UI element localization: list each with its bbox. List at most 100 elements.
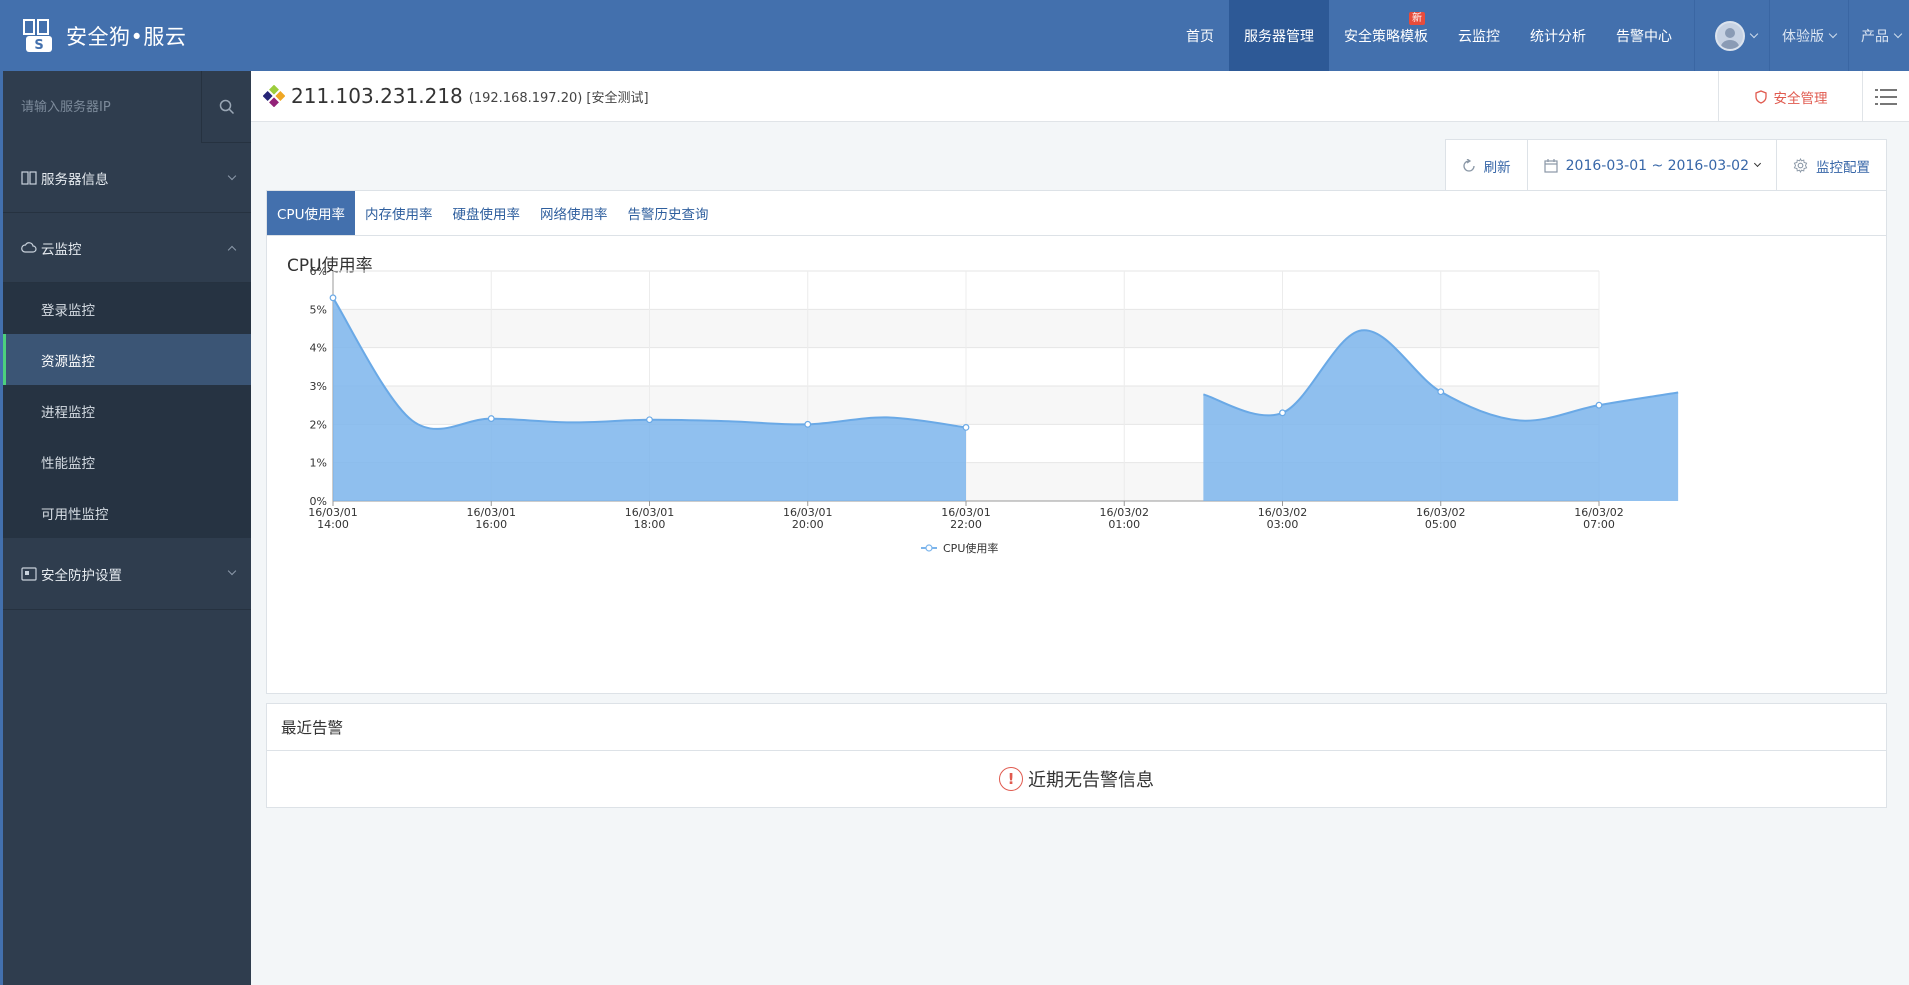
host-actions: 安全管理 [1718,71,1909,122]
nav-home[interactable]: 首页 [1171,0,1229,71]
nav-alert-center[interactable]: 告警中心 [1601,0,1694,71]
sidebar-group-label: 安全防护设置 [41,567,122,584]
security-management-label: 安全管理 [1773,90,1828,107]
nav-server-management[interactable]: 服务器管理 [1229,0,1329,71]
host-detail: (192.168.197.20) [安全测试] [468,90,649,106]
y-tick-label: 5% [310,303,327,316]
y-tick-label: 3% [310,380,327,393]
user-menu[interactable] [1694,0,1769,71]
x-tick-label-time: 14:00 [317,518,349,531]
chevron-down-icon [1828,29,1838,38]
calendar-icon [1544,158,1558,173]
chevron-down-icon [227,566,237,576]
x-tick-label-time: 18:00 [634,518,666,531]
chevron-down-icon [1893,29,1903,38]
x-tick-label-time: 20:00 [792,518,824,531]
new-badge: 新 [1409,12,1425,25]
data-point [1279,409,1286,417]
cloud-icon [21,241,37,255]
sidebar-item-label: 进程监控 [41,404,95,421]
monitor-config-label: 监控配置 [1816,159,1870,176]
warning-icon: ! [999,767,1023,791]
data-point [962,423,970,431]
y-tick-label: 4% [310,342,327,355]
sidebar: 服务器信息 云监控 登录监控 资源监控 进程监控 性能监控 可用性监控 安全防护… [0,71,251,985]
shield-icon [1754,89,1767,104]
nav-statistics[interactable]: 统计分析 [1515,0,1601,71]
y-tick-label: 6% [310,265,327,278]
date-range-picker[interactable]: 2016-03-01 ~ 2016-03-02 [1526,140,1776,191]
host-header: 211.103.231.218 (192.168.197.20) [安全测试] … [251,71,1909,122]
tab-cpu-usage[interactable]: CPU使用率 [267,191,355,235]
logo[interactable]: S 安全狗•服云 [22,18,186,54]
sidebar-group-label: 服务器信息 [41,171,109,188]
nav-cloud-monitor[interactable]: 云监控 [1443,0,1515,71]
refresh-button[interactable]: 刷新 [1446,140,1527,191]
tab-memory-usage[interactable]: 内存使用率 [355,191,443,235]
nav-label: 统计分析 [1530,28,1586,45]
recent-alerts-panel: 最近告警 ! 近期无告警信息 [266,703,1887,808]
tab-label: 告警历史查询 [627,207,709,223]
chevron-down-icon [1749,29,1759,38]
monitor-config-button[interactable]: 监控配置 [1776,140,1886,191]
x-tick-label-time: 07:00 [1583,518,1615,531]
x-tick-label-time: 16:00 [475,518,507,531]
gear-icon [1793,158,1808,173]
tab-network-usage[interactable]: 网络使用率 [530,191,618,235]
tab-label: 内存使用率 [364,207,433,223]
refresh-label: 刷新 [1483,159,1511,176]
chevron-down-icon [227,171,237,181]
svg-text:S: S [34,38,43,53]
sidebar-item-label: 可用性监控 [41,506,109,523]
logo-icon: S [22,18,56,54]
search-button[interactable] [201,71,251,142]
sidebar-item-label: 资源监控 [41,353,95,370]
search-icon [219,99,234,114]
nav-label: 云监控 [1458,28,1500,45]
sidebar-item-resource-monitor[interactable]: 资源监控 [3,334,251,385]
sidebar-group-server-info[interactable]: 服务器信息 [3,143,251,213]
trial-menu[interactable]: 体验版 [1769,0,1848,71]
chevron-up-icon [227,245,237,255]
list-icon [1875,88,1897,105]
data-point [1437,388,1445,396]
sidebar-item-performance-monitor[interactable]: 性能监控 [3,436,251,487]
host-ip: 211.103.231.218 [291,84,463,108]
recent-alerts-title: 最近告警 [267,704,1886,751]
nav-policy-templates[interactable]: 安全策略模板 新 [1329,0,1443,71]
date-range-value: 2016-03-01 ~ 2016-03-02 [1565,157,1749,174]
sidebar-item-process-monitor[interactable]: 进程监控 [3,385,251,436]
main-nav: 首页 服务器管理 安全策略模板 新 云监控 统计分析 告警中心 体验版 产品 [1171,0,1909,71]
nav-label: 告警中心 [1616,28,1672,45]
avatar [1715,20,1745,51]
chevron-down-icon [1753,159,1762,168]
nav-label: 产品 [1861,28,1889,45]
tab-label: 硬盘使用率 [452,207,520,223]
product-menu[interactable]: 产品 [1848,0,1909,71]
sidebar-group-label: 云监控 [41,241,82,258]
sidebar-group-cloud-monitor[interactable]: 云监控 [3,213,251,283]
nav-label: 服务器管理 [1244,28,1314,45]
sidebar-group-security-settings[interactable]: 安全防护设置 [3,538,251,610]
x-tick-label-time: 03:00 [1267,518,1299,531]
tab-disk-usage[interactable]: 硬盘使用率 [442,191,530,235]
chart-toolbar: 刷新 2016-03-01 ~ 2016-03-02 监控配置 [1444,139,1887,191]
sidebar-item-label: 性能监控 [41,455,95,472]
server-ip-search-input[interactable] [3,71,201,143]
sidebar-item-login-monitor[interactable]: 登录监控 [3,283,251,334]
refresh-icon [1463,158,1475,172]
cpu-usage-chart: 0%1%2%3%4%5%6%16/03/0114:0016/03/0116:00… [308,265,1679,555]
list-menu-button[interactable] [1862,71,1909,122]
chart-panel: CPU使用率 内存使用率 硬盘使用率 网络使用率 告警历史查询 CPU使用率 0… [266,190,1887,694]
nav-label: 首页 [1186,28,1214,45]
data-point [804,420,812,428]
sidebar-item-availability-monitor[interactable]: 可用性监控 [3,487,251,538]
recent-alerts-empty: ! 近期无告警信息 [267,751,1886,807]
nav-label: 安全策略模板 [1344,28,1428,45]
y-tick-label: 2% [310,418,327,431]
nav-label: 体验版 [1782,28,1824,45]
data-point [329,294,337,302]
security-management-button[interactable]: 安全管理 [1718,71,1862,122]
y-tick-label: 1% [310,457,327,470]
tab-alert-history[interactable]: 告警历史查询 [617,191,718,235]
